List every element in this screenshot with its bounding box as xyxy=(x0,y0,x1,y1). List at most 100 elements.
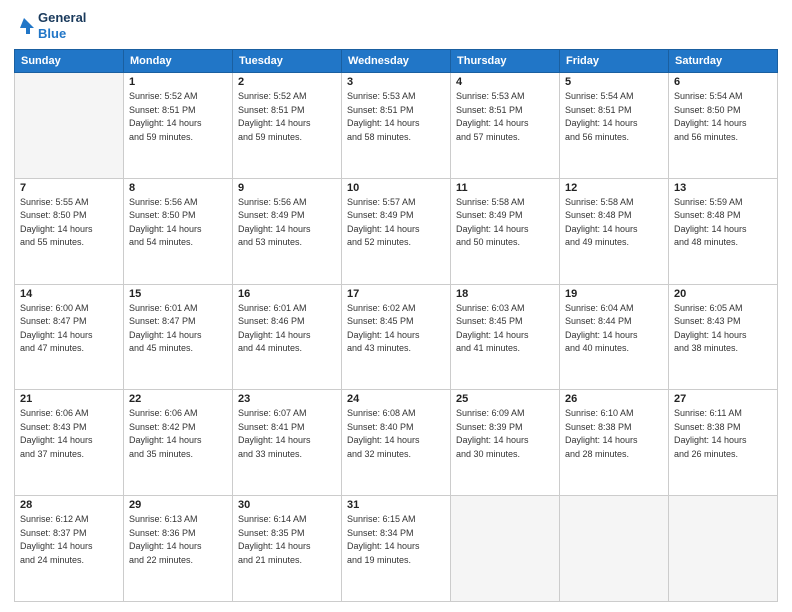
calendar-table: SundayMondayTuesdayWednesdayThursdayFrid… xyxy=(14,49,778,602)
day-number: 4 xyxy=(456,76,554,88)
calendar-cell: 1 Sunrise: 5:52 AM Sunset: 8:51 PM Daylig… xyxy=(124,73,233,179)
calendar-cell: 4 Sunrise: 5:53 AM Sunset: 8:51 PM Daylig… xyxy=(451,73,560,179)
calendar-cell: 24 Sunrise: 6:08 AM Sunset: 8:40 PM Dayli… xyxy=(342,390,451,496)
logo-line2: Blue xyxy=(38,26,86,42)
calendar-body: 1 Sunrise: 5:52 AM Sunset: 8:51 PM Daylig… xyxy=(15,73,778,602)
day-info: Sunrise: 6:01 AM Sunset: 8:46 PM Dayligh… xyxy=(238,302,336,356)
calendar-cell xyxy=(15,73,124,179)
day-number: 23 xyxy=(238,393,336,405)
day-info: Sunrise: 6:13 AM Sunset: 8:36 PM Dayligh… xyxy=(129,513,227,567)
calendar-week-row: 1 Sunrise: 5:52 AM Sunset: 8:51 PM Daylig… xyxy=(15,73,778,179)
calendar-week-row: 14Sunrise: 6:00 AM Sunset: 8:47 PM Dayli… xyxy=(15,284,778,390)
calendar-cell: 12Sunrise: 5:58 AM Sunset: 8:48 PM Dayli… xyxy=(560,178,669,284)
calendar-cell: 21Sunrise: 6:06 AM Sunset: 8:43 PM Dayli… xyxy=(15,390,124,496)
day-info: Sunrise: 6:03 AM Sunset: 8:45 PM Dayligh… xyxy=(456,302,554,356)
calendar-cell: 28 Sunrise: 6:12 AM Sunset: 8:37 PM Dayli… xyxy=(15,496,124,602)
day-number: 27 xyxy=(674,393,772,405)
weekday-header-wednesday: Wednesday xyxy=(342,50,451,73)
day-number: 19 xyxy=(565,288,663,300)
calendar-cell xyxy=(669,496,778,602)
day-number: 1 xyxy=(129,76,227,88)
day-number: 8 xyxy=(129,182,227,194)
calendar-cell xyxy=(560,496,669,602)
calendar-cell: 6 Sunrise: 5:54 AM Sunset: 8:50 PM Daylig… xyxy=(669,73,778,179)
day-number: 31 xyxy=(347,499,445,511)
calendar-cell: 31Sunrise: 6:15 AM Sunset: 8:34 PM Dayli… xyxy=(342,496,451,602)
calendar-cell: 16 Sunrise: 6:01 AM Sunset: 8:46 PM Dayli… xyxy=(233,284,342,390)
day-number: 25 xyxy=(456,393,554,405)
calendar-cell: 15 Sunrise: 6:01 AM Sunset: 8:47 PM Dayli… xyxy=(124,284,233,390)
weekday-header-sunday: Sunday xyxy=(15,50,124,73)
logo-triangle-icon xyxy=(14,16,34,36)
day-info: Sunrise: 6:12 AM Sunset: 8:37 PM Dayligh… xyxy=(20,513,118,567)
day-info: Sunrise: 5:53 AM Sunset: 8:51 PM Dayligh… xyxy=(456,90,554,144)
calendar-cell: 26 Sunrise: 6:10 AM Sunset: 8:38 PM Dayli… xyxy=(560,390,669,496)
weekday-header-tuesday: Tuesday xyxy=(233,50,342,73)
calendar-cell: 9 Sunrise: 5:56 AM Sunset: 8:49 PM Daylig… xyxy=(233,178,342,284)
day-info: Sunrise: 5:58 AM Sunset: 8:48 PM Dayligh… xyxy=(565,196,663,250)
day-info: Sunrise: 6:08 AM Sunset: 8:40 PM Dayligh… xyxy=(347,407,445,461)
day-number: 17 xyxy=(347,288,445,300)
page-header: General Blue xyxy=(14,10,778,41)
calendar-cell: 14Sunrise: 6:00 AM Sunset: 8:47 PM Dayli… xyxy=(15,284,124,390)
calendar-week-row: 28 Sunrise: 6:12 AM Sunset: 8:37 PM Dayli… xyxy=(15,496,778,602)
weekday-header-monday: Monday xyxy=(124,50,233,73)
day-info: Sunrise: 5:56 AM Sunset: 8:49 PM Dayligh… xyxy=(238,196,336,250)
day-info: Sunrise: 6:04 AM Sunset: 8:44 PM Dayligh… xyxy=(565,302,663,356)
calendar-cell: 5 Sunrise: 5:54 AM Sunset: 8:51 PM Daylig… xyxy=(560,73,669,179)
day-info: Sunrise: 5:59 AM Sunset: 8:48 PM Dayligh… xyxy=(674,196,772,250)
day-number: 9 xyxy=(238,182,336,194)
day-number: 5 xyxy=(565,76,663,88)
day-number: 13 xyxy=(674,182,772,194)
day-info: Sunrise: 6:09 AM Sunset: 8:39 PM Dayligh… xyxy=(456,407,554,461)
day-number: 30 xyxy=(238,499,336,511)
day-info: Sunrise: 6:06 AM Sunset: 8:42 PM Dayligh… xyxy=(129,407,227,461)
day-info: Sunrise: 6:07 AM Sunset: 8:41 PM Dayligh… xyxy=(238,407,336,461)
day-number: 15 xyxy=(129,288,227,300)
day-number: 28 xyxy=(20,499,118,511)
calendar-cell: 20Sunrise: 6:05 AM Sunset: 8:43 PM Dayli… xyxy=(669,284,778,390)
day-number: 24 xyxy=(347,393,445,405)
day-info: Sunrise: 6:02 AM Sunset: 8:45 PM Dayligh… xyxy=(347,302,445,356)
calendar-cell: 25 Sunrise: 6:09 AM Sunset: 8:39 PM Dayli… xyxy=(451,390,560,496)
day-info: Sunrise: 6:14 AM Sunset: 8:35 PM Dayligh… xyxy=(238,513,336,567)
day-info: Sunrise: 5:54 AM Sunset: 8:50 PM Dayligh… xyxy=(674,90,772,144)
day-info: Sunrise: 5:57 AM Sunset: 8:49 PM Dayligh… xyxy=(347,196,445,250)
day-number: 20 xyxy=(674,288,772,300)
weekday-header-saturday: Saturday xyxy=(669,50,778,73)
calendar-cell: 30 Sunrise: 6:14 AM Sunset: 8:35 PM Dayli… xyxy=(233,496,342,602)
calendar-header: SundayMondayTuesdayWednesdayThursdayFrid… xyxy=(15,50,778,73)
day-number: 29 xyxy=(129,499,227,511)
calendar-cell: 3Sunrise: 5:53 AM Sunset: 8:51 PM Daylig… xyxy=(342,73,451,179)
calendar-cell: 7 Sunrise: 5:55 AM Sunset: 8:50 PM Daylig… xyxy=(15,178,124,284)
day-info: Sunrise: 5:58 AM Sunset: 8:49 PM Dayligh… xyxy=(456,196,554,250)
day-number: 18 xyxy=(456,288,554,300)
day-info: Sunrise: 5:54 AM Sunset: 8:51 PM Dayligh… xyxy=(565,90,663,144)
day-info: Sunrise: 6:00 AM Sunset: 8:47 PM Dayligh… xyxy=(20,302,118,356)
day-info: Sunrise: 6:10 AM Sunset: 8:38 PM Dayligh… xyxy=(565,407,663,461)
calendar-cell: 13 Sunrise: 5:59 AM Sunset: 8:48 PM Dayli… xyxy=(669,178,778,284)
calendar-cell: 2Sunrise: 5:52 AM Sunset: 8:51 PM Daylig… xyxy=(233,73,342,179)
weekday-header-friday: Friday xyxy=(560,50,669,73)
day-info: Sunrise: 6:01 AM Sunset: 8:47 PM Dayligh… xyxy=(129,302,227,356)
day-info: Sunrise: 6:11 AM Sunset: 8:38 PM Dayligh… xyxy=(674,407,772,461)
weekday-header-row: SundayMondayTuesdayWednesdayThursdayFrid… xyxy=(15,50,778,73)
day-number: 7 xyxy=(20,182,118,194)
calendar-cell: 18 Sunrise: 6:03 AM Sunset: 8:45 PM Dayli… xyxy=(451,284,560,390)
day-number: 26 xyxy=(565,393,663,405)
calendar-cell: 17 Sunrise: 6:02 AM Sunset: 8:45 PM Dayli… xyxy=(342,284,451,390)
day-info: Sunrise: 5:55 AM Sunset: 8:50 PM Dayligh… xyxy=(20,196,118,250)
day-number: 3 xyxy=(347,76,445,88)
calendar-cell: 23 Sunrise: 6:07 AM Sunset: 8:41 PM Dayli… xyxy=(233,390,342,496)
calendar-cell: 11 Sunrise: 5:58 AM Sunset: 8:49 PM Dayli… xyxy=(451,178,560,284)
day-info: Sunrise: 5:52 AM Sunset: 8:51 PM Dayligh… xyxy=(129,90,227,144)
day-number: 22 xyxy=(129,393,227,405)
day-number: 6 xyxy=(674,76,772,88)
calendar-week-row: 7 Sunrise: 5:55 AM Sunset: 8:50 PM Daylig… xyxy=(15,178,778,284)
calendar-cell: 29 Sunrise: 6:13 AM Sunset: 8:36 PM Dayli… xyxy=(124,496,233,602)
day-number: 11 xyxy=(456,182,554,194)
day-number: 16 xyxy=(238,288,336,300)
day-number: 21 xyxy=(20,393,118,405)
day-info: Sunrise: 5:52 AM Sunset: 8:51 PM Dayligh… xyxy=(238,90,336,144)
calendar-cell: 10Sunrise: 5:57 AM Sunset: 8:49 PM Dayli… xyxy=(342,178,451,284)
